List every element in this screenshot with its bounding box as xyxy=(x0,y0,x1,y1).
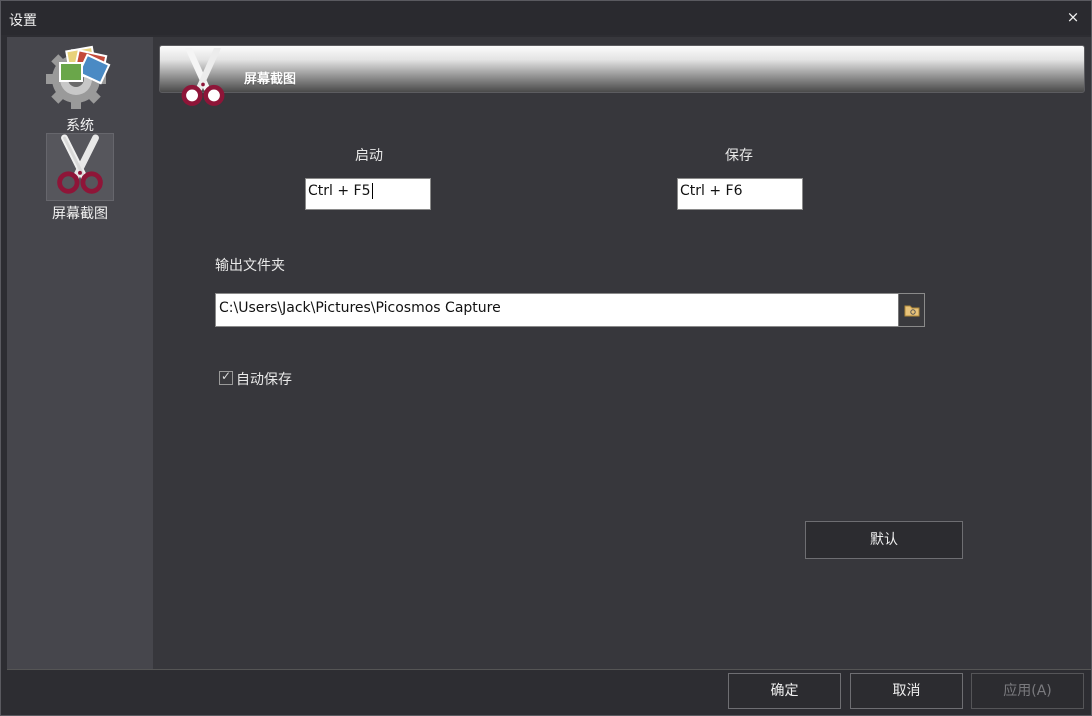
auto-save-label: 自动保存 xyxy=(236,372,292,388)
sidebar-item-screenshot[interactable]: 屏幕截图 xyxy=(7,133,153,223)
sidebar: 系统 屏幕截图 xyxy=(7,37,153,669)
sidebar-item-label: 系统 xyxy=(66,118,94,134)
start-hotkey-field[interactable]: Ctrl + F5 xyxy=(305,178,431,210)
section-title: 屏幕截图 xyxy=(244,72,297,87)
settings-window: 设置 × 系统 屏幕截图 屏幕截图 启动 Ctrl + F5 保存 Ctrl +… xyxy=(0,0,1092,716)
output-folder-field[interactable]: C:\Users\Jack\Pictures\Picosmos Capture xyxy=(215,293,925,327)
apply-button[interactable]: 应用(A) xyxy=(971,673,1084,709)
output-folder-path: C:\Users\Jack\Pictures\Picosmos Capture xyxy=(219,300,501,316)
title-bar: 设置 × xyxy=(1,1,1091,35)
folder-icon xyxy=(904,305,920,317)
section-header: 屏幕截图 xyxy=(159,45,1085,106)
save-hotkey-label: 保存 xyxy=(725,148,753,164)
save-hotkey-field[interactable]: Ctrl + F6 xyxy=(677,178,803,210)
main-panel: 屏幕截图 启动 Ctrl + F5 保存 Ctrl + F6 输出文件夹 C:\… xyxy=(153,37,1091,669)
save-hotkey-value: Ctrl + F6 xyxy=(680,183,743,199)
cancel-button[interactable]: 取消 xyxy=(850,673,963,709)
output-folder-label: 输出文件夹 xyxy=(215,258,285,274)
text-caret xyxy=(371,183,373,199)
scissors-icon xyxy=(46,133,114,201)
close-icon[interactable]: × xyxy=(1065,9,1081,25)
sidebar-item-system[interactable]: 系统 xyxy=(7,41,153,134)
start-hotkey-label: 启动 xyxy=(355,148,383,164)
checkmark-icon: ✓ xyxy=(221,369,232,383)
auto-save-checkbox[interactable]: ✓ xyxy=(219,369,233,385)
ok-button[interactable]: 确定 xyxy=(728,673,841,709)
window-title: 设置 xyxy=(9,13,37,29)
sidebar-item-label: 屏幕截图 xyxy=(52,206,108,222)
gear-photos-icon xyxy=(46,45,111,109)
browse-folder-button[interactable] xyxy=(898,294,924,326)
scissors-icon xyxy=(181,48,225,106)
start-hotkey-value: Ctrl + F5 xyxy=(308,183,371,199)
default-button[interactable]: 默认 xyxy=(805,521,963,559)
